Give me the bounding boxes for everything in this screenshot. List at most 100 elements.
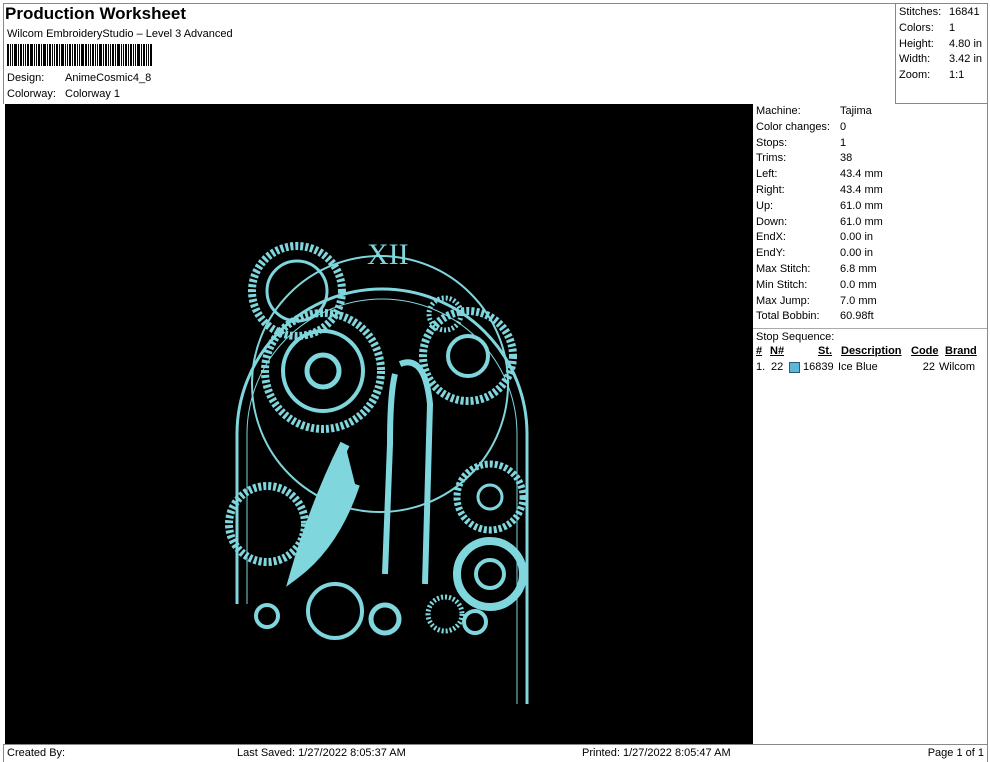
barcode-bar bbox=[143, 44, 145, 66]
info-label: Left: bbox=[756, 168, 778, 181]
barcode-bar bbox=[97, 44, 98, 66]
barcode-bar bbox=[79, 44, 80, 66]
info-value: 0.00 in bbox=[840, 247, 874, 260]
barcode-bar bbox=[67, 44, 68, 66]
footer: Created By: Last Saved: 1/27/2022 8:05:3… bbox=[3, 744, 988, 762]
stat-value: 4.80 in bbox=[949, 37, 983, 50]
info-label: Right: bbox=[756, 183, 785, 196]
stat-label: Width: bbox=[899, 53, 931, 66]
info-value: 38 bbox=[840, 152, 853, 165]
design-value: AnimeCosmic4_8 bbox=[65, 72, 152, 84]
row-needle: 22 bbox=[771, 360, 784, 373]
stat-label: Height: bbox=[899, 37, 934, 50]
barcode-bar bbox=[7, 44, 9, 66]
info-label: Machine: bbox=[756, 105, 801, 117]
barcode-bar bbox=[36, 44, 37, 66]
barcode-bar bbox=[148, 44, 149, 66]
barcode-bar bbox=[125, 44, 127, 66]
machine-info-row: Trims: 38 bbox=[753, 151, 987, 167]
col-description: Description bbox=[841, 345, 902, 358]
machine-info-row: Right: 43.4 mm bbox=[753, 183, 987, 199]
row-num: 1. bbox=[756, 360, 766, 373]
barcode-bar bbox=[121, 44, 122, 66]
machine-info-row: Up: 61.0 mm bbox=[753, 199, 987, 215]
barcode-bar bbox=[34, 44, 35, 66]
machine-info-row: Stops: 1 bbox=[753, 136, 987, 152]
barcode-bar bbox=[88, 44, 89, 66]
barcode-bar bbox=[52, 44, 53, 66]
info-value: 1 bbox=[840, 136, 847, 149]
stat-value: 1:1 bbox=[949, 69, 965, 82]
stat-value: 16841 bbox=[949, 6, 980, 18]
stat-row: Height: 4.80 in bbox=[899, 37, 984, 53]
barcode-bar bbox=[108, 44, 109, 66]
machine-info-row: Down: 61.0 mm bbox=[753, 215, 987, 231]
stop-sequence-header: # N# St. Description Code Brand bbox=[753, 344, 987, 360]
col-needle: N# bbox=[770, 345, 785, 358]
barcode-bar bbox=[27, 44, 29, 66]
barcode-bar bbox=[105, 44, 107, 66]
barcode-bar bbox=[110, 44, 111, 66]
info-value: 7.0 mm bbox=[840, 294, 877, 307]
barcode-bar bbox=[25, 44, 26, 66]
machine-info-row: Max Stitch: 6.8 mm bbox=[753, 262, 987, 278]
barcode-bar bbox=[38, 44, 40, 66]
stop-sequence-label: Stop Sequence: bbox=[753, 328, 987, 344]
barcode-bar bbox=[123, 44, 124, 66]
created-by: Created By: bbox=[7, 747, 66, 759]
machine-info-row: Left: 43.4 mm bbox=[753, 167, 987, 183]
info-value: 0.00 in bbox=[840, 231, 874, 244]
barcode-bar bbox=[41, 44, 42, 66]
machine-info-row: Min Stitch: 0.0 mm bbox=[753, 278, 987, 294]
stat-row: Zoom: 1:1 bbox=[899, 68, 984, 84]
design-label: Design: bbox=[7, 72, 45, 84]
col-code: Code bbox=[911, 345, 939, 358]
info-value: 60.98ft bbox=[840, 310, 874, 323]
barcode-bar bbox=[56, 44, 58, 66]
stat-value: 3.42 in bbox=[949, 53, 983, 66]
stat-label: Stitches: bbox=[899, 6, 942, 18]
table-row: 1. 22 16839 Ice Blue 22 Wilcom bbox=[753, 360, 987, 376]
info-value: 61.0 mm bbox=[840, 199, 883, 212]
info-value: 43.4 mm bbox=[840, 168, 883, 181]
last-saved: Last Saved: 1/27/2022 8:05:37 AM bbox=[237, 747, 406, 759]
info-label: EndY: bbox=[756, 247, 786, 260]
barcode-bar bbox=[130, 44, 132, 66]
info-value: 6.8 mm bbox=[840, 262, 877, 275]
info-value: 61.0 mm bbox=[840, 215, 883, 228]
barcode-bar bbox=[117, 44, 120, 66]
barcode-bar bbox=[146, 44, 147, 66]
barcode-bar bbox=[133, 44, 134, 66]
design-row: Design: AnimeCosmic4_8 bbox=[7, 72, 151, 84]
software-subtitle: Wilcom EmbroideryStudio – Level 3 Advanc… bbox=[7, 28, 233, 40]
info-value: 0 bbox=[840, 120, 847, 133]
info-label: Color changes: bbox=[756, 120, 830, 133]
machine-info-row: Machine: Tajima bbox=[753, 104, 987, 120]
machine-info-row: EndX: 0.00 in bbox=[753, 230, 987, 246]
barcode-bar bbox=[74, 44, 76, 66]
info-label: Trims: bbox=[756, 152, 787, 165]
row-description: Ice Blue bbox=[838, 360, 878, 373]
barcode-bar bbox=[150, 44, 152, 66]
barcode-bar bbox=[72, 44, 73, 66]
barcode-bar bbox=[81, 44, 84, 66]
printed-date: Printed: 1/27/2022 8:05:47 AM bbox=[582, 747, 731, 759]
color-swatch bbox=[789, 361, 800, 373]
col-stitches: St. bbox=[818, 345, 833, 358]
barcode-bar bbox=[30, 44, 33, 66]
embroidery-design-image: XII bbox=[225, 238, 529, 704]
barcode-bar bbox=[23, 44, 24, 66]
stat-row: Colors: 1 bbox=[899, 21, 984, 37]
row-stitches: 16839 bbox=[803, 360, 834, 373]
info-label: Total Bobbin: bbox=[756, 310, 820, 323]
stat-label: Zoom: bbox=[899, 69, 931, 82]
info-label: Max Jump: bbox=[756, 294, 810, 307]
machine-info-row: EndY: 0.00 in bbox=[753, 246, 987, 262]
row-brand: Wilcom bbox=[939, 360, 976, 373]
svg-text:XII: XII bbox=[367, 238, 409, 271]
barcode-bar bbox=[20, 44, 22, 66]
info-label: Stops: bbox=[756, 136, 788, 149]
machine-info-panel: Machine: Tajima Color changes: 0 Stops: 1 Trim… bbox=[753, 104, 988, 745]
barcode-bar bbox=[43, 44, 46, 66]
barcode-bar bbox=[12, 44, 13, 66]
